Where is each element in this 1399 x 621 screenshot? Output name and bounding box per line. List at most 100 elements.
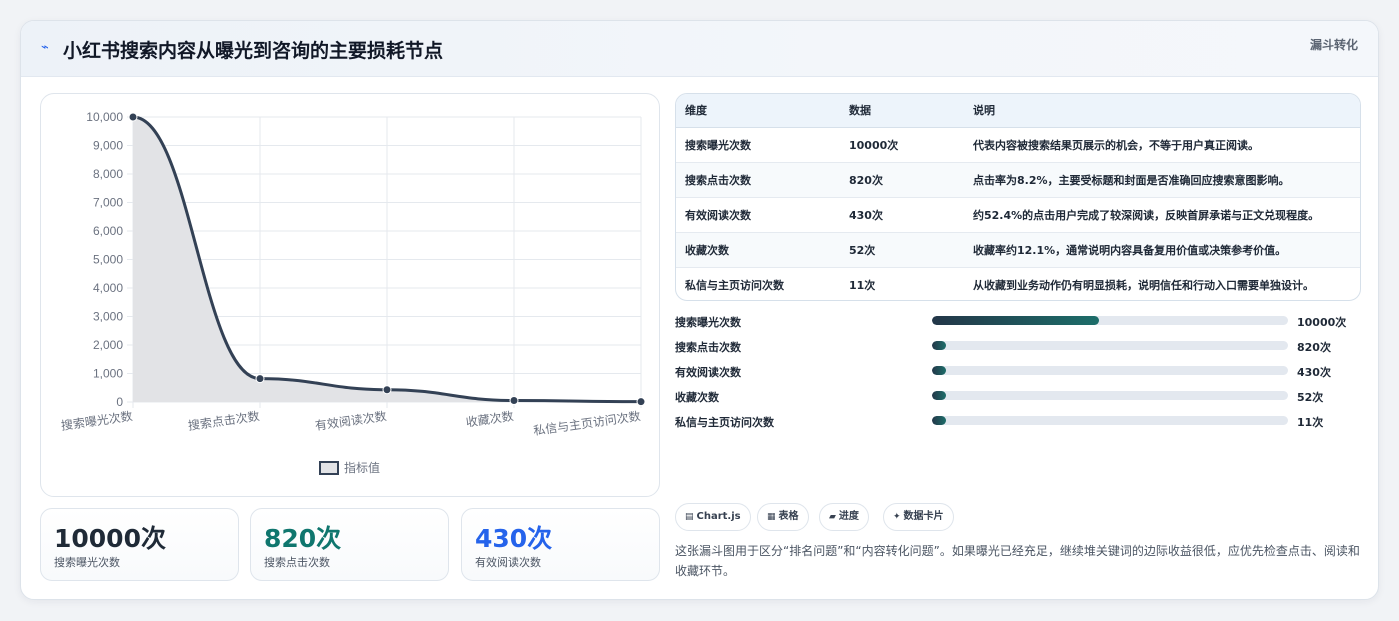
data-point — [382, 385, 392, 395]
progress-row: 有效阅读次数 430次 — [675, 363, 1365, 388]
progress-label: 私信与主页访问次数 — [675, 416, 774, 429]
progress-value: 52次 — [1297, 391, 1324, 404]
table-cell: 有效阅读次数 — [676, 197, 840, 233]
progress-value: 820次 — [1297, 341, 1331, 354]
progress-track — [932, 341, 1288, 350]
sparkle-icon: ✦ — [893, 512, 901, 522]
kpi-value: 430次 — [475, 524, 553, 553]
table-cell: 10000次 — [840, 127, 964, 163]
progress-row: 私信与主页访问次数 11次 — [675, 413, 1365, 438]
line-chart: 10,000 9,000 8,000 7,000 6,000 5,000 4,000 3,00… — [40, 93, 660, 497]
data-table: 维度 数据 说明 搜索曝光次数 10000次 代表内容被搜索结果页展示的机会，不… — [675, 93, 1361, 301]
data-point — [128, 112, 138, 122]
chip-progress[interactable]: ▰ 进度 — [819, 503, 869, 531]
table-icon: ▦ — [767, 512, 776, 522]
table-cell: 11次 — [849, 278, 876, 292]
pulse-icon: ⌁ — [41, 40, 49, 55]
analysis-note: 这张漏斗图用于区分“排名问题”和“内容转化问题”。如果曝光已经充足，继续堆关键词… — [675, 544, 1360, 578]
data-point — [636, 397, 646, 407]
table-cell: 点击率为8.2%，主要受标题和封面是否准确回应搜索意图影响。 — [964, 162, 1360, 198]
table-cell: 私信与主页访问次数 — [685, 278, 784, 292]
kpi-value: 10000次 — [54, 524, 166, 553]
column-header-description: 说明 — [964, 94, 1360, 128]
table-cell: 收藏次数 — [676, 232, 840, 268]
chip-label: 表格 — [778, 511, 799, 522]
chip-table[interactable]: ▦ 表格 — [757, 503, 809, 531]
chip-label: 进度 — [838, 511, 859, 522]
progress-row: 搜索点击次数 820次 — [675, 338, 1365, 363]
kpi-card-clicks: 820次 搜索点击次数 — [250, 508, 449, 581]
x-tick-label: 收藏次数 — [465, 408, 515, 430]
table-cell: 代表内容被搜索结果页展示的机会，不等于用户真正阅读。 — [964, 127, 1360, 163]
progress-track — [932, 416, 1288, 425]
y-tick-label: 2,000 — [93, 338, 123, 352]
chip-chartjs[interactable]: ▤ Chart.js — [675, 503, 751, 531]
y-tick-label: 5,000 — [93, 253, 123, 267]
progress-list: 搜索曝光次数 10000次 搜索点击次数 820次 有效阅读次数 430次 收藏… — [675, 313, 1365, 438]
y-tick-label: 8,000 — [93, 167, 123, 181]
progress-track — [932, 366, 1288, 375]
funnel-card: ⌁ 小红书搜索内容从曝光到咨询的主要损耗节点 漏斗转化 10,000 9,000 8… — [20, 20, 1379, 600]
y-tick-label: 4,000 — [93, 281, 123, 295]
table-row: 搜索曝光次数 10000次 代表内容被搜索结果页展示的机会，不等于用户真正阅读。 — [676, 127, 1360, 163]
page-title: 小红书搜索内容从曝光到咨询的主要损耗节点 — [63, 40, 444, 62]
column-header-value: 数据 — [840, 94, 964, 128]
progress-label: 搜索点击次数 — [675, 341, 741, 354]
progress-label: 搜索曝光次数 — [675, 316, 741, 329]
y-tick-label: 10,000 — [86, 110, 123, 124]
legend-swatch — [319, 461, 339, 475]
progress-fill — [932, 391, 946, 400]
progress-value: 10000次 — [1297, 316, 1347, 329]
table-cell: 搜索点击次数 — [676, 162, 840, 198]
table-cell: 430次 — [840, 197, 964, 233]
table-row: 搜索点击次数 820次 点击率为8.2%，主要受标题和封面是否准确回应搜索意图影… — [676, 162, 1360, 198]
data-point — [509, 396, 519, 406]
table-row: 收藏次数 52次 收藏率约12.1%，通常说明内容具备复用价值或决策参考价值。 — [676, 232, 1360, 268]
progress-label: 收藏次数 — [675, 391, 719, 404]
y-tick-label: 9,000 — [93, 139, 123, 153]
y-tick-label: 6,000 — [93, 224, 123, 238]
x-tick-label: 有效阅读次数 — [314, 408, 387, 433]
column-header-dimension: 维度 — [676, 94, 840, 128]
y-tick-label: 1,000 — [93, 367, 123, 381]
x-tick-label: 私信与主页访问次数 — [532, 408, 641, 438]
kpi-value: 820次 — [264, 524, 342, 553]
progress-fill — [932, 341, 946, 350]
x-tick-label: 搜索曝光次数 — [60, 408, 133, 433]
progress-fill — [932, 366, 946, 375]
table-cell: 820次 — [840, 162, 964, 198]
chip-data-card[interactable]: ✦ 数据卡片 — [883, 503, 954, 531]
progress-row: 搜索曝光次数 10000次 — [675, 313, 1365, 338]
y-tick-label: 7,000 — [93, 196, 123, 210]
progress-fill — [932, 316, 1100, 325]
kpi-label: 搜索曝光次数 — [54, 556, 120, 569]
progress-row: 收藏次数 52次 — [675, 388, 1365, 413]
progress-fill — [932, 416, 946, 425]
legend-label: 指标值 — [344, 460, 380, 475]
kpi-label: 有效阅读次数 — [475, 556, 541, 569]
table-cell: 收藏率约12.1%，通常说明内容具备复用价值或决策参考价值。 — [964, 232, 1360, 268]
category-tag: 漏斗转化 — [1309, 38, 1358, 52]
progress-track — [932, 391, 1288, 400]
card-header: ⌁ 小红书搜索内容从曝光到咨询的主要损耗节点 漏斗转化 — [21, 21, 1378, 77]
data-point — [255, 374, 265, 384]
kpi-card-exposure: 10000次 搜索曝光次数 — [40, 508, 239, 581]
table-cell: 从收藏到业务动作仍有明显损耗，说明信任和行动入口需要单独设计。 — [973, 278, 1314, 292]
kpi-label: 搜索点击次数 — [264, 556, 330, 569]
y-tick-label: 3,000 — [93, 310, 123, 324]
progress-track — [932, 316, 1288, 325]
chip-label: 数据卡片 — [903, 511, 944, 522]
progress-icon: ▰ — [829, 512, 836, 522]
chart-icon: ▤ — [685, 512, 694, 522]
kpi-card-reads: 430次 有效阅读次数 — [461, 508, 660, 581]
chart-svg: 10,000 9,000 8,000 7,000 6,000 5,000 4,000 3,00… — [60, 110, 646, 475]
chip-label: Chart.js — [696, 511, 741, 522]
table-cell: 约52.4%的点击用户完成了较深阅读，反映首屏承诺与正文兑现程度。 — [964, 197, 1360, 233]
table-row: 有效阅读次数 430次 约52.4%的点击用户完成了较深阅读，反映首屏承诺与正文… — [676, 197, 1360, 233]
y-tick-label: 0 — [116, 395, 123, 409]
table-row: 私信与主页访问次数 11次 从收藏到业务动作仍有明显损耗，说明信任和行动入口需要… — [676, 267, 1360, 300]
x-tick-label: 搜索点击次数 — [187, 408, 260, 433]
progress-value: 11次 — [1297, 416, 1324, 429]
progress-label: 有效阅读次数 — [675, 366, 741, 379]
progress-value: 430次 — [1297, 366, 1331, 379]
